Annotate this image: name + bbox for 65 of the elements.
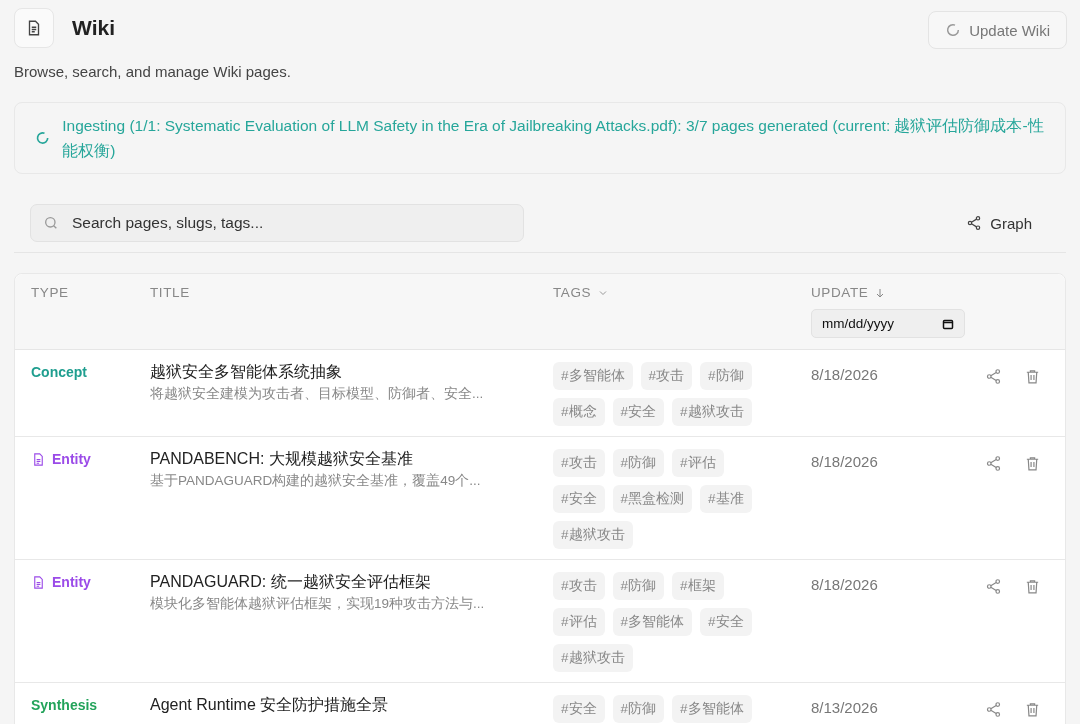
tag-chip[interactable]: #安全 xyxy=(553,485,605,513)
tag-chip[interactable]: #攻击 xyxy=(553,449,605,477)
trash-icon[interactable] xyxy=(1024,578,1041,595)
tag-chip[interactable]: #攻击 xyxy=(640,362,693,390)
column-header[interactable]: TITLE xyxy=(150,285,190,300)
spinner-icon xyxy=(35,130,51,146)
tag-chip[interactable]: #越狱攻击 xyxy=(553,644,633,672)
page-title-link[interactable]: 越狱安全多智能体系统抽象 xyxy=(150,362,537,383)
tag-chip[interactable]: #概念 xyxy=(553,398,605,426)
tag-chip[interactable]: #多智能体 xyxy=(553,362,633,390)
tag-chip[interactable]: #防御 xyxy=(612,572,665,600)
tag-chip[interactable]: #基准 xyxy=(700,485,752,513)
page-type: Concept xyxy=(31,364,87,380)
date-filter-field[interactable]: mm/dd/yyyy xyxy=(811,309,965,338)
page-summary: 模块化多智能体越狱评估框架，实现19种攻击方法与... xyxy=(150,595,486,613)
tag-chip[interactable]: #防御 xyxy=(612,449,665,477)
page-type: Entity xyxy=(52,451,91,467)
page-title: Wiki xyxy=(72,16,116,40)
spinner-icon xyxy=(945,22,962,38)
update-date: 8/18/2026 xyxy=(811,576,878,593)
document-icon xyxy=(31,451,46,467)
tag-chip[interactable]: #安全 xyxy=(612,398,665,426)
ingest-status: Ingesting (1/1: Systematic Evaluation of LLM Safety in the Era of Jailbreaking Attacks.pdf): 3/7 pages generated (current: 越狱评估防御成本-性能权衡) xyxy=(62,116,1045,161)
column-header[interactable]: TYPE xyxy=(31,285,69,300)
page-type: Entity xyxy=(52,574,91,590)
page-subtitle: Browse, search, and manage Wiki pages. xyxy=(14,63,292,80)
tag-chip[interactable]: #防御 xyxy=(612,695,665,723)
tag-chip[interactable]: #评估 xyxy=(553,608,605,636)
tag-chip[interactable]: #框架 xyxy=(672,572,724,600)
page-title-link[interactable]: Agent Runtime 安全防护措施全景 xyxy=(150,695,537,716)
tag-chip[interactable]: #攻击 xyxy=(553,572,605,600)
tag-chip[interactable]: #多智能体 xyxy=(672,695,752,723)
graph-button[interactable]: Graph xyxy=(960,213,1038,233)
update-date: 8/18/2026 xyxy=(811,366,878,383)
page-summary: 基于PANDAGUARD构建的越狱安全基准，覆盖49个... xyxy=(150,472,482,490)
tag-chip[interactable]: #安全 xyxy=(700,608,752,636)
share-icon[interactable] xyxy=(985,578,1002,595)
tag-chip[interactable]: #安全 xyxy=(553,695,605,723)
page-title-link[interactable]: PANDABENCH: 大规模越狱安全基准 xyxy=(150,449,537,470)
page-summary: 将越狱安全建模为攻击者、目标模型、防御者、安全... xyxy=(150,385,485,403)
share-icon[interactable] xyxy=(985,368,1002,385)
tag-chip[interactable]: #黑盒检测 xyxy=(612,485,693,513)
update-date: 8/18/2026 xyxy=(811,453,878,470)
search-field[interactable]: Search pages, slugs, tags... xyxy=(30,204,524,242)
column-header[interactable]: UPDATE xyxy=(811,285,869,300)
search-icon xyxy=(43,215,59,231)
calendar-icon[interactable] xyxy=(942,317,954,330)
tag-chip[interactable]: #防御 xyxy=(700,362,752,390)
tag-chip[interactable]: #越狱攻击 xyxy=(672,398,752,426)
update-wiki-button[interactable]: Update Wiki xyxy=(928,11,1067,49)
share-icon[interactable] xyxy=(985,701,1002,718)
tag-chip[interactable]: #多智能体 xyxy=(612,608,693,636)
document-icon xyxy=(31,574,46,590)
trash-icon[interactable] xyxy=(1024,368,1041,385)
update-date: 8/13/2026 xyxy=(811,699,878,716)
page-title-link[interactable]: PANDAGUARD: 统一越狱安全评估框架 xyxy=(150,572,537,593)
tag-chip[interactable]: #评估 xyxy=(672,449,724,477)
tag-chip[interactable]: #越狱攻击 xyxy=(553,521,633,549)
trash-icon[interactable] xyxy=(1024,701,1041,718)
graph-icon xyxy=(966,215,983,231)
document-icon xyxy=(14,8,54,48)
trash-icon[interactable] xyxy=(1024,455,1041,472)
share-icon[interactable] xyxy=(985,455,1002,472)
column-header[interactable]: TAGS xyxy=(553,285,592,300)
page-type: Synthesis xyxy=(31,697,98,713)
